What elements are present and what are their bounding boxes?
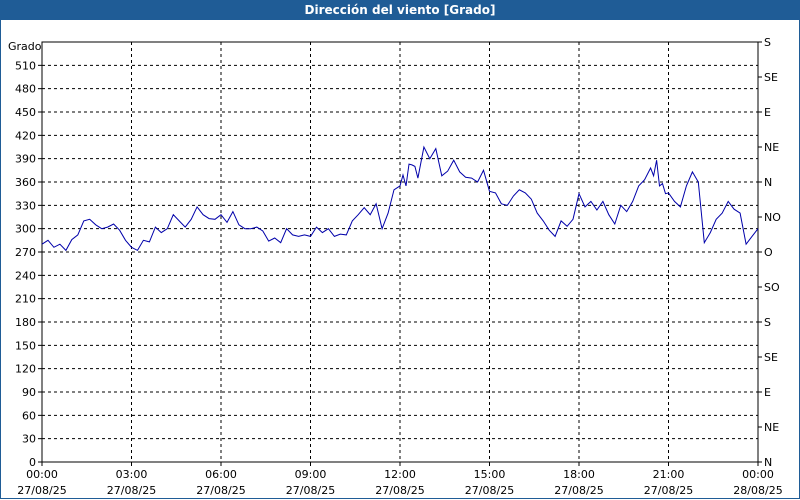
x-tick-date: 27/08/25	[107, 484, 156, 497]
y-axis-left: 0306090120150180210240270300330360390420…	[15, 59, 42, 469]
y-tick-label: 150	[15, 339, 36, 352]
x-tick-time: 00:00	[26, 468, 58, 481]
y-tick-label: 480	[15, 83, 36, 96]
compass-label: E	[764, 386, 771, 399]
x-tick-date: 27/08/25	[465, 484, 514, 497]
y-tick-label: 360	[15, 176, 36, 189]
compass-label: SO	[764, 281, 780, 294]
y-tick-label: 450	[15, 106, 36, 119]
x-tick-time: 06:00	[205, 468, 237, 481]
compass-label: E	[764, 106, 771, 119]
x-tick-time: 03:00	[116, 468, 148, 481]
compass-label: SE	[764, 351, 778, 364]
y-tick-label: 240	[15, 269, 36, 282]
x-tick-time: 09:00	[295, 468, 327, 481]
x-tick-time: 18:00	[563, 468, 595, 481]
y-tick-label: 90	[22, 386, 36, 399]
x-tick-date: 27/08/25	[286, 484, 335, 497]
y-axis-label: Grado	[8, 40, 42, 53]
x-tick-time: 00:00	[742, 468, 774, 481]
y-tick-label: 60	[22, 409, 36, 422]
compass-label: NO	[764, 211, 781, 224]
x-tick-date: 27/08/25	[375, 484, 424, 497]
y-tick-label: 300	[15, 223, 36, 236]
compass-label: S	[764, 316, 771, 329]
compass-label: NE	[764, 421, 779, 434]
wind-direction-chart: 0306090120150180210240270300330360390420…	[8, 36, 783, 497]
compass-label: SE	[764, 71, 778, 84]
y-tick-label: 120	[15, 363, 36, 376]
x-tick-date: 27/08/25	[554, 484, 603, 497]
x-tick-time: 12:00	[384, 468, 416, 481]
x-tick-date: 27/08/25	[644, 484, 693, 497]
compass-label: O	[764, 246, 773, 259]
compass-label: NE	[764, 141, 779, 154]
y-tick-label: 180	[15, 316, 36, 329]
y-tick-label: 210	[15, 293, 36, 306]
x-tick-date: 28/08/25	[733, 484, 782, 497]
grid-lines	[42, 42, 758, 462]
y-tick-label: 510	[15, 59, 36, 72]
y-tick-label: 390	[15, 153, 36, 166]
y-axis-right: NNEESESSOONONNEESES	[758, 36, 781, 469]
y-tick-label: 270	[15, 246, 36, 259]
compass-label: S	[764, 36, 771, 49]
x-tick-time: 21:00	[653, 468, 685, 481]
x-tick-date: 27/08/25	[196, 484, 245, 497]
compass-label: N	[764, 176, 772, 189]
x-axis: 00:00 27/08/25 03:00 27/08/25 06:00 27/08/25 0…	[17, 462, 783, 497]
y-tick-label: 420	[15, 129, 36, 142]
y-tick-label: 30	[22, 433, 36, 446]
y-tick-label: 330	[15, 199, 36, 212]
x-tick-date: 27/08/25	[17, 484, 66, 497]
x-tick-time: 15:00	[474, 468, 506, 481]
